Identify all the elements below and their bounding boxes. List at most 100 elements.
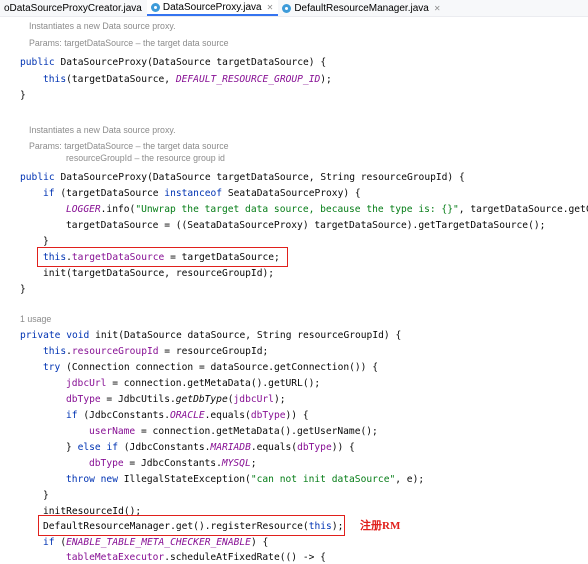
code-text: (JdbcConstants.: [123, 442, 211, 453]
params-label: Params:: [29, 38, 62, 48]
code-line[interactable]: }: [20, 89, 26, 102]
keyword: public: [20, 172, 61, 183]
code-text: }: [66, 442, 78, 453]
param-name: targetDataSource: [64, 141, 134, 151]
keyword: this: [43, 74, 67, 85]
keyword: instanceof: [164, 188, 228, 199]
code-line[interactable]: if (ENABLE_TABLE_META_CHECKER_ENABLE) {: [43, 536, 268, 549]
code-text: DataSourceProxy(DataSource targetDataSou…: [60, 57, 327, 68]
code-text: );: [273, 394, 286, 405]
javadoc-params: Params: targetDataSource – the target da…: [29, 140, 229, 152]
close-icon[interactable]: ✕: [434, 4, 441, 13]
tab-defaultresourcemanager[interactable]: DefaultResourceManager.java ✕: [278, 0, 445, 16]
code-text: (targetDataSource: [60, 188, 165, 199]
code-text: SeataDataSourceProxy) {: [227, 188, 361, 199]
javadoc-params: Params: targetDataSource – the target da…: [29, 37, 229, 49]
constant: ENABLE_TABLE_META_CHECKER_ENABLE: [66, 537, 251, 548]
keyword: try: [43, 362, 67, 373]
code-text: IllegalStateException(: [123, 474, 251, 485]
javadoc-description: Instantiates a new Data source proxy.: [29, 125, 176, 135]
code-line[interactable]: if (JdbcConstants.ORACLE.equals(dbType))…: [66, 409, 309, 422]
editor-tab-bar: oDataSourceProxyCreator.java DataSourceP…: [0, 0, 588, 17]
code-line[interactable]: throw new IllegalStateException("can not…: [66, 473, 424, 486]
java-class-icon: [282, 3, 292, 13]
close-icon[interactable]: ✕: [267, 3, 274, 12]
highlight-box: [37, 247, 288, 267]
code-line[interactable]: targetDataSource = ((SeataDataSourceProx…: [66, 219, 545, 232]
keyword: if: [43, 537, 61, 548]
string-literal: "can not init dataSource": [250, 474, 396, 485]
code-text: init(DataSource dataSource, String resou…: [95, 330, 402, 341]
javadoc-description: Instantiates a new Data source proxy.: [29, 21, 176, 31]
code-line[interactable]: userName = connection.getMetaData().getU…: [89, 425, 378, 438]
code-line[interactable]: } else if (JdbcConstants.MARIADB.equals(…: [66, 441, 355, 454]
tab-datasourceproxycreator[interactable]: oDataSourceProxyCreator.java: [0, 0, 147, 16]
constant: DEFAULT_RESOURCE_GROUP_ID: [175, 74, 321, 85]
code-text: = resourceGroupId;: [158, 346, 269, 357]
code-line[interactable]: }: [43, 489, 49, 502]
usage-hint[interactable]: 1 usage: [20, 314, 51, 324]
keyword: this: [43, 346, 67, 357]
code-text: .info(: [100, 204, 136, 215]
keyword: public: [20, 57, 61, 68]
code-line[interactable]: try (Connection connection = dataSource.…: [43, 361, 378, 374]
code-text: )) {: [331, 442, 355, 453]
code-text: ;: [250, 458, 257, 469]
code-line[interactable]: public DataSourceProxy(DataSource target…: [20, 56, 326, 69]
code-text: .scheduleAtFixedRate(() -> {: [164, 552, 326, 563]
keyword: private void: [20, 330, 96, 341]
code-text: )) {: [285, 410, 309, 421]
string-literal: "Unwrap the target data source, because …: [135, 204, 459, 215]
param-desc: – the target data source: [133, 141, 229, 151]
code-line[interactable]: dbType = JdbcConstants.MYSQL;: [89, 457, 257, 470]
keyword: if: [43, 188, 61, 199]
constant: MYSQL: [221, 458, 251, 469]
keyword: else if: [77, 442, 124, 453]
editor-gutter: [0, 17, 12, 561]
code-text: DataSourceProxy(DataSource targetDataSou…: [60, 172, 465, 183]
field: jdbcUrl: [233, 394, 274, 405]
code-line[interactable]: LOGGER.info("Unwrap the target data sour…: [66, 203, 588, 216]
code-line[interactable]: public DataSourceProxy(DataSource target…: [20, 171, 465, 184]
code-text: .equals(: [250, 442, 298, 453]
constant: ORACLE: [169, 410, 205, 421]
field: resourceGroupId: [71, 346, 159, 357]
code-text: = JdbcUtils.: [100, 394, 176, 405]
param-desc: – the target data source: [133, 38, 229, 48]
field: tableMetaExecutor: [66, 552, 165, 563]
annotation-label: 注册RM: [360, 520, 401, 532]
code-line[interactable]: private void init(DataSource dataSource,…: [20, 329, 401, 342]
code-text: (JdbcConstants.: [83, 410, 170, 421]
static-method: getDbType: [175, 394, 228, 405]
constant: LOGGER: [66, 204, 101, 215]
field: userName: [89, 426, 136, 437]
tab-datasourceproxy[interactable]: DataSourceProxy.java ✕: [146, 0, 279, 16]
code-text: .equals(: [204, 410, 251, 421]
code-text: (Connection connection = dataSource.getC…: [66, 362, 379, 373]
code-text: = connection.getMetaData().getURL();: [106, 378, 321, 389]
code-line[interactable]: this.resourceGroupId = resourceGroupId;: [43, 345, 268, 358]
code-text: );: [320, 74, 332, 85]
code-text: ) {: [250, 537, 269, 548]
tab-label: DataSourceProxy.java: [162, 1, 262, 13]
keyword: throw new: [66, 474, 124, 485]
code-line[interactable]: jdbcUrl = connection.getMetaData().getUR…: [66, 377, 320, 390]
code-line[interactable]: init(targetDataSource, resourceGroupId);: [43, 267, 274, 280]
code-line[interactable]: if (targetDataSource instanceof SeataDat…: [43, 187, 361, 200]
param-name: resourceGroupId: [66, 153, 133, 163]
field: dbType: [66, 394, 101, 405]
highlight-box: [38, 515, 345, 536]
code-line[interactable]: }: [20, 283, 26, 296]
code-line[interactable]: dbType = JdbcUtils.getDbType(jdbcUrl);: [66, 393, 286, 406]
code-text: = connection.getMetaData().getUserName()…: [135, 426, 378, 437]
field: dbType: [297, 442, 332, 453]
tab-label: DefaultResourceManager.java: [294, 2, 429, 14]
param-name: targetDataSource: [64, 38, 134, 48]
field: jdbcUrl: [66, 378, 107, 389]
code-line[interactable]: this(targetDataSource, DEFAULT_RESOURCE_…: [43, 73, 332, 86]
code-text: = JdbcConstants.: [123, 458, 222, 469]
field: dbType: [250, 410, 286, 421]
code-line[interactable]: tableMetaExecutor.scheduleAtFixedRate(()…: [66, 551, 326, 564]
tab-label: oDataSourceProxyCreator.java: [4, 2, 142, 14]
javadoc-param: resourceGroupId – the resource group id: [66, 152, 225, 164]
